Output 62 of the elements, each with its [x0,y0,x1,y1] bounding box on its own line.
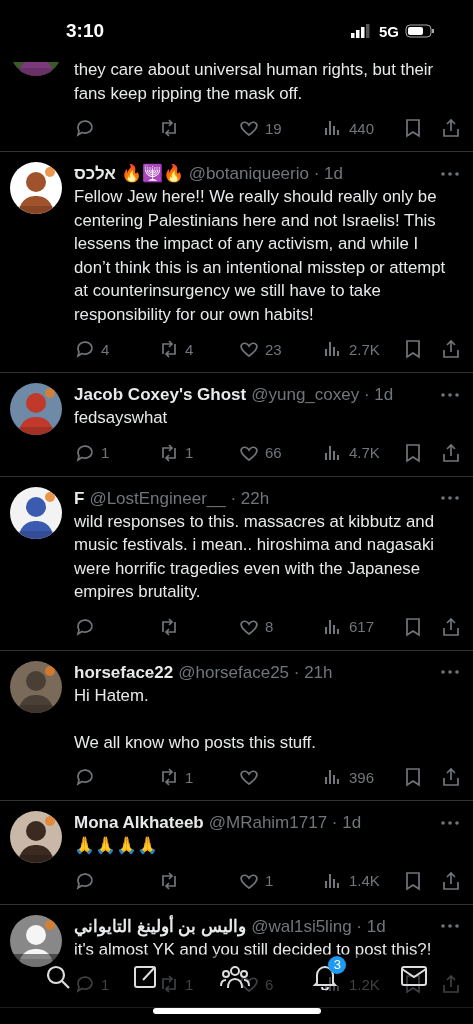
count-label: 396 [349,768,375,786]
user-name[interactable]: 🔥🕎🔥 אלכס [74,162,184,185]
mail-icon[interactable] [400,964,429,988]
people-icon[interactable] [220,964,251,990]
count-label: 1 [101,975,110,993]
count-label: 6 [265,975,274,993]
network-label: 5G [379,22,399,40]
handle-and-time: @MRahim1717 · 1d [208,812,363,834]
reply-icon[interactable] [74,766,96,788]
more-icon[interactable] [441,171,459,176]
compose-icon[interactable] [132,964,159,990]
signal-icon [351,24,371,38]
handle-and-time: @yung_coxey · 1d [251,384,395,406]
count-label: 8 [265,618,274,635]
handle-and-time: @wal1si5ling · 1d [251,915,387,938]
post-text: wild responses to this. massacres at kibbutz and music festivals. i mean.. hiroshima and nagasaki were horrific tragedies even with the Japanese empires brutality. [74,510,436,603]
post-text: Hi Hatem. We all know who posts this stuff. [74,684,317,754]
count-label: 23 [265,340,282,358]
count-label: 4 [101,340,110,358]
count-label: 2.7K [349,340,380,358]
share-icon[interactable] [440,338,462,360]
post-text: 🙏🙏🙏🙏 [74,835,159,857]
more-icon[interactable] [441,820,459,825]
search-icon[interactable] [44,964,71,990]
user-name[interactable]: horseface22 [74,660,174,684]
count-label: 440 [349,119,375,137]
count-label: 1.4K [349,872,380,889]
handle-and-time: @LostEngineer__ · 22h [89,487,271,510]
share-icon[interactable] [440,869,462,892]
count-label: 1 [265,872,274,889]
more-icon[interactable] [441,924,459,928]
share-icon[interactable] [440,441,462,464]
share-icon[interactable] [440,615,462,638]
battery-icon [405,24,435,38]
count-label: 4.7K [349,444,380,461]
share-icon[interactable] [440,766,462,788]
user-name[interactable]: واليس بن أولينغ التايواني [74,914,247,938]
post-text: they care about universal human rights, but their fans keep ripping the mask off. [74,59,435,105]
more-icon[interactable] [441,392,459,397]
count-label: 1 [185,444,194,461]
reply-icon[interactable] [74,117,96,139]
clock-time: 3:10 [66,20,106,42]
more-icon[interactable] [441,670,459,674]
reply-icon[interactable] [74,338,96,360]
count-label: 1.2K [349,975,380,993]
user-name[interactable]: F [74,486,85,510]
count-label: 1 [185,975,194,993]
notification-count: 3 [328,956,347,974]
count-label: 1 [101,444,110,461]
count-label: 1 [185,768,194,786]
post-text: fedsayswhat [74,407,169,429]
count-label: 66 [265,444,282,461]
count-label: 19 [265,119,282,137]
count-label: 4 [185,340,194,358]
more-icon[interactable] [441,496,459,500]
count-label: 617 [349,618,375,635]
user-name[interactable]: Mona Alkhateeb [74,811,204,834]
user-name[interactable]: Jacob Coxey's Ghost [74,383,247,406]
handle-and-time: @botaniqueerio · 1d [188,163,344,185]
handle-and-time: @horseface25 · 21h [178,661,334,684]
post-text: Fellow Jew here!! We really should really only be centering Palestinians here and not Israelis! This lessens the impact of any activism, and while I don’t think this is an intentional misstep or attempt at counterinsurgency we still have to take responsibility for our own habits! [74,186,447,326]
share-icon[interactable] [440,117,462,139]
